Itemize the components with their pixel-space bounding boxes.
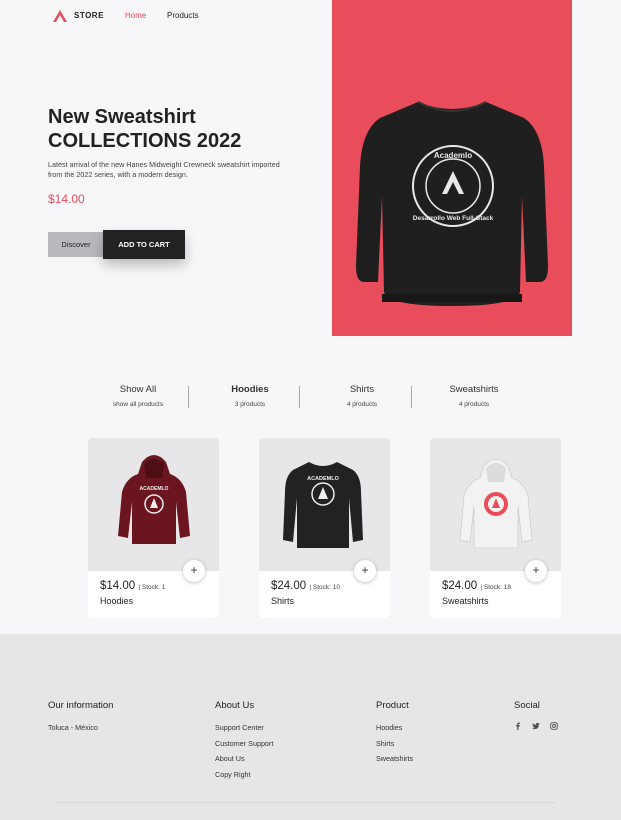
hoodie-image: ACADEMLO [118,455,190,544]
filter-divider [299,386,300,408]
filter-sweatshirts[interactable]: Sweatshirts 4 products [424,384,524,408]
product-price-row: $24.00 | Stock: 10 [271,580,340,592]
footer-link-sweatshirts[interactable]: Sweatshirts [376,754,413,764]
filter-hoodies[interactable]: Hoodies 3 products [200,384,300,408]
product-card[interactable]: ACADEMLO + $24.00 | Stock: 10 Shirts [259,438,390,618]
footer-link-about-us[interactable]: About Us [215,754,273,764]
nav-home[interactable]: Home [125,11,146,20]
filter-shirts[interactable]: Shirts 4 products [312,384,412,408]
hero-title-line-2: COLLECTIONS 2022 [48,130,242,152]
product-name: Shirts [271,596,295,606]
shirt-print: ACADEMLO [307,476,339,482]
product-price-row: $24.00 | Stock: 18 [442,580,511,592]
product-name: Sweatshirts [442,596,489,606]
product-price: $24.00 [442,580,478,592]
filter-count: 4 products [346,401,378,408]
filter-name: Hoodies [231,384,269,395]
hero-title: New Sweatshirt COLLECTIONS 2022 [48,105,308,153]
filter-name: Shirts [349,384,375,395]
product-price: $24.00 [271,580,307,592]
filter-count: 4 products [458,401,490,408]
product-name: Hoodies [100,596,134,606]
footer: Our information Toluca - México About Us… [0,634,621,820]
discover-button[interactable]: Discover [48,232,104,257]
filter-count: show all products [112,401,164,408]
shirt-image: ACADEMLO [283,462,363,548]
twitter-icon[interactable] [532,722,540,730]
footer-link-customer-support[interactable]: Customer Support [215,739,273,749]
filter-name: Show All [119,384,157,395]
shirt-print-bottom: Desarrollo Web Full-Stack [413,215,494,222]
footer-product-title: Product [376,700,409,711]
facebook-icon[interactable] [514,722,522,730]
add-product-button[interactable]: + [525,560,547,582]
footer-social-title: Social [514,700,540,711]
product-price: $14.00 [100,580,136,592]
product-price-row: $14.00 | Stock: 1 [100,580,165,592]
filter-count: 3 products [234,401,266,408]
hero-description: Latest arrival of the new Hanes Midweigh… [48,160,280,179]
footer-social-column: Social [514,700,558,730]
hero-title-line-1: New Sweatshirt [48,106,196,128]
product-image: ACADEMLO [88,438,219,571]
social-icons [514,722,558,730]
logo-icon[interactable] [52,9,68,23]
filter-divider [411,386,412,408]
filter-show-all[interactable]: Show All show all products [88,384,188,408]
brand-name[interactable]: STORE [74,11,104,20]
shirt-print-top: Academlo [434,151,472,160]
hero-image: Academlo Desarrollo Web Full-Stack [332,0,572,336]
product-image: ACADEMLO [259,438,390,571]
product-card[interactable]: + $24.00 | Stock: 18 Sweatshirts [430,438,561,618]
sweatshirt-hoodie-image [459,458,533,549]
nav-products[interactable]: Products [167,11,199,20]
product-card[interactable]: ACADEMLO + $14.00 | Stock: 1 Hoodies [88,438,219,618]
filter-name: Sweatshirts [449,384,499,395]
footer-link-hoodies[interactable]: Hoodies [376,723,413,733]
footer-about-title: About Us [215,700,255,711]
hoodie-print: ACADEMLO [140,486,169,492]
footer-product-column: Product Hoodies Shirts Sweatshirts [376,700,413,770]
footer-divider [56,802,556,803]
product-stock: | Stock: 18 [480,584,511,591]
footer-info-title: Our information [48,700,114,711]
footer-link-copy-right[interactable]: Copy Right [215,770,273,780]
footer-about-column: About Us Support Center Customer Support… [215,700,273,785]
add-to-cart-button[interactable]: ADD TO CART [103,230,185,259]
add-product-button[interactable]: + [354,560,376,582]
product-image [430,438,561,571]
product-stock: | Stock: 1 [138,584,166,591]
filter-divider [188,386,189,408]
footer-location: Toluca - México [48,723,98,732]
hero-price: $14.00 [48,192,85,206]
instagram-icon[interactable] [550,722,558,730]
footer-link-support-center[interactable]: Support Center [215,723,273,733]
product-stock: | Stock: 10 [309,584,340,591]
add-product-button[interactable]: + [183,560,205,582]
sweatshirt-image: Academlo Desarrollo Web Full-Stack [356,101,548,306]
footer-link-shirts[interactable]: Shirts [376,739,413,749]
footer-info-column: Our information Toluca - México [48,700,113,739]
